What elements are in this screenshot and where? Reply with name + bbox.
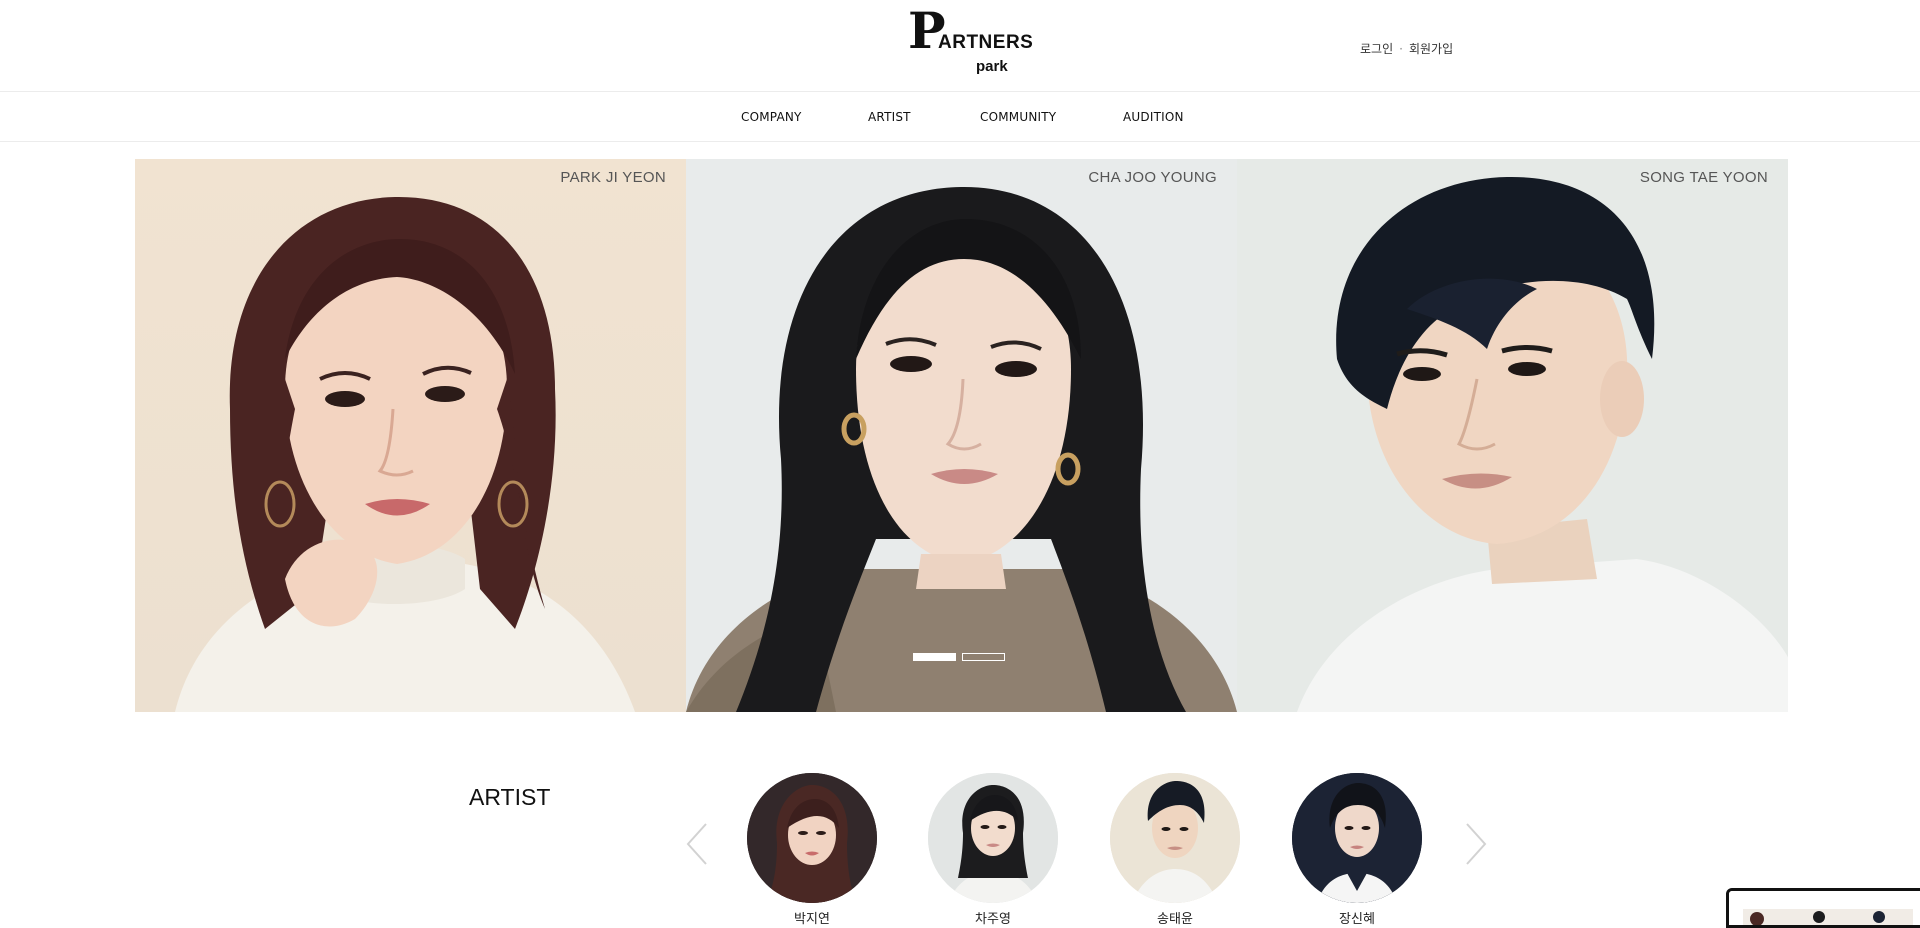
logo-sub: park [976,58,1008,75]
artist-thumb-4[interactable] [1292,773,1422,903]
logo-word: ARTNERS [938,32,1034,53]
panel-artist-name: CHA JOO YOUNG [1088,169,1217,186]
hero-slider[interactable]: PARK JI YEON CHA JOO YOUNG SONG TAE YOON [135,159,1789,712]
artist-avatar [928,773,1058,903]
portrait-image [1237,159,1788,712]
chevron-left-icon[interactable] [682,820,712,868]
artist-avatar [1110,773,1240,903]
panel-artist-name: PARK JI YEON [560,169,666,186]
auth-separator: · [1399,41,1403,56]
panel-artist-name: SONG TAE YOON [1639,169,1768,186]
portrait-image [686,159,1237,712]
nav-item-artist[interactable]: ARTIST [868,110,911,124]
portrait-image [135,159,686,712]
hero-panel-park-ji-yeon[interactable]: PARK JI YEON [135,159,686,712]
slider-pagination [913,653,1005,661]
auth-links: 로그인 · 회원가입 [1360,40,1453,57]
login-link[interactable]: 로그인 [1360,40,1393,57]
site-header: P ARTNERS park 로그인 · 회원가입 [0,0,1920,92]
slider-dot-2[interactable] [962,653,1005,661]
nav-item-company[interactable]: COMPANY [741,110,802,124]
preview-image [1729,891,1920,925]
chevron-right-icon[interactable] [1461,820,1491,868]
artist-avatar [747,773,877,903]
artist-section-title: ARTIST [469,784,551,810]
artist-avatar [1292,773,1422,903]
artist-thumb-3[interactable] [1110,773,1240,903]
partners-park-logo[interactable]: P ARTNERS park [908,6,1033,78]
nav-item-audition[interactable]: AUDITION [1123,110,1184,124]
hero-panel-song-tae-yoon[interactable]: SONG TAE YOON [1237,159,1788,712]
main-nav: COMPANY ARTIST COMMUNITY AUDITION [0,93,1920,142]
artist-thumb-2[interactable] [928,773,1058,903]
site-preview-widget[interactable] [1726,888,1920,928]
slider-dot-1[interactable] [913,653,956,661]
artist-thumb-1[interactable] [747,773,877,903]
hero-panel-cha-joo-young[interactable]: CHA JOO YOUNG [686,159,1237,712]
signup-link[interactable]: 회원가입 [1409,40,1453,57]
nav-item-community[interactable]: COMMUNITY [980,110,1056,124]
